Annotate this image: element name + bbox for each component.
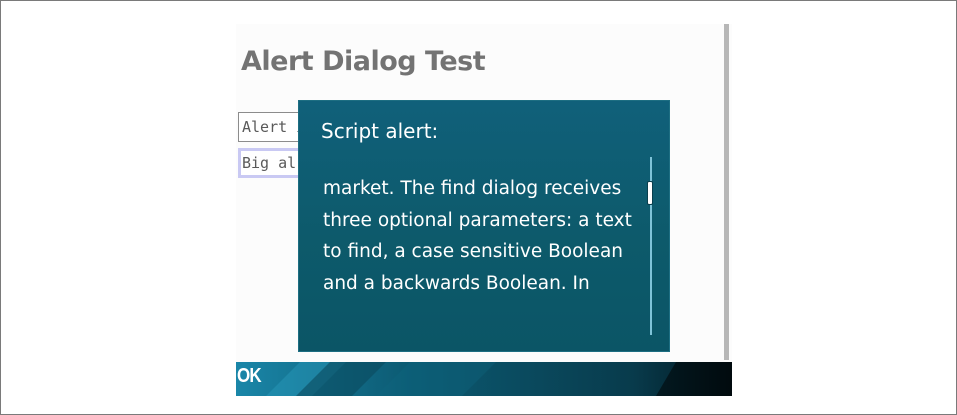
softkey-bar-background — [236, 362, 732, 396]
ok-softkey[interactable]: OK — [237, 365, 262, 388]
dialog-message: market. The find dialog receives three o… — [323, 178, 632, 294]
dialog-scrollbar-thumb[interactable] — [647, 181, 653, 205]
page-title: Alert Dialog Test — [241, 46, 486, 77]
dialog-title: Script alert: — [321, 119, 439, 143]
softkey-bar: OK — [236, 362, 732, 396]
script-alert-dialog: Script alert: market. The find dialog re… — [298, 100, 670, 352]
page-scrollbar[interactable] — [724, 24, 729, 360]
